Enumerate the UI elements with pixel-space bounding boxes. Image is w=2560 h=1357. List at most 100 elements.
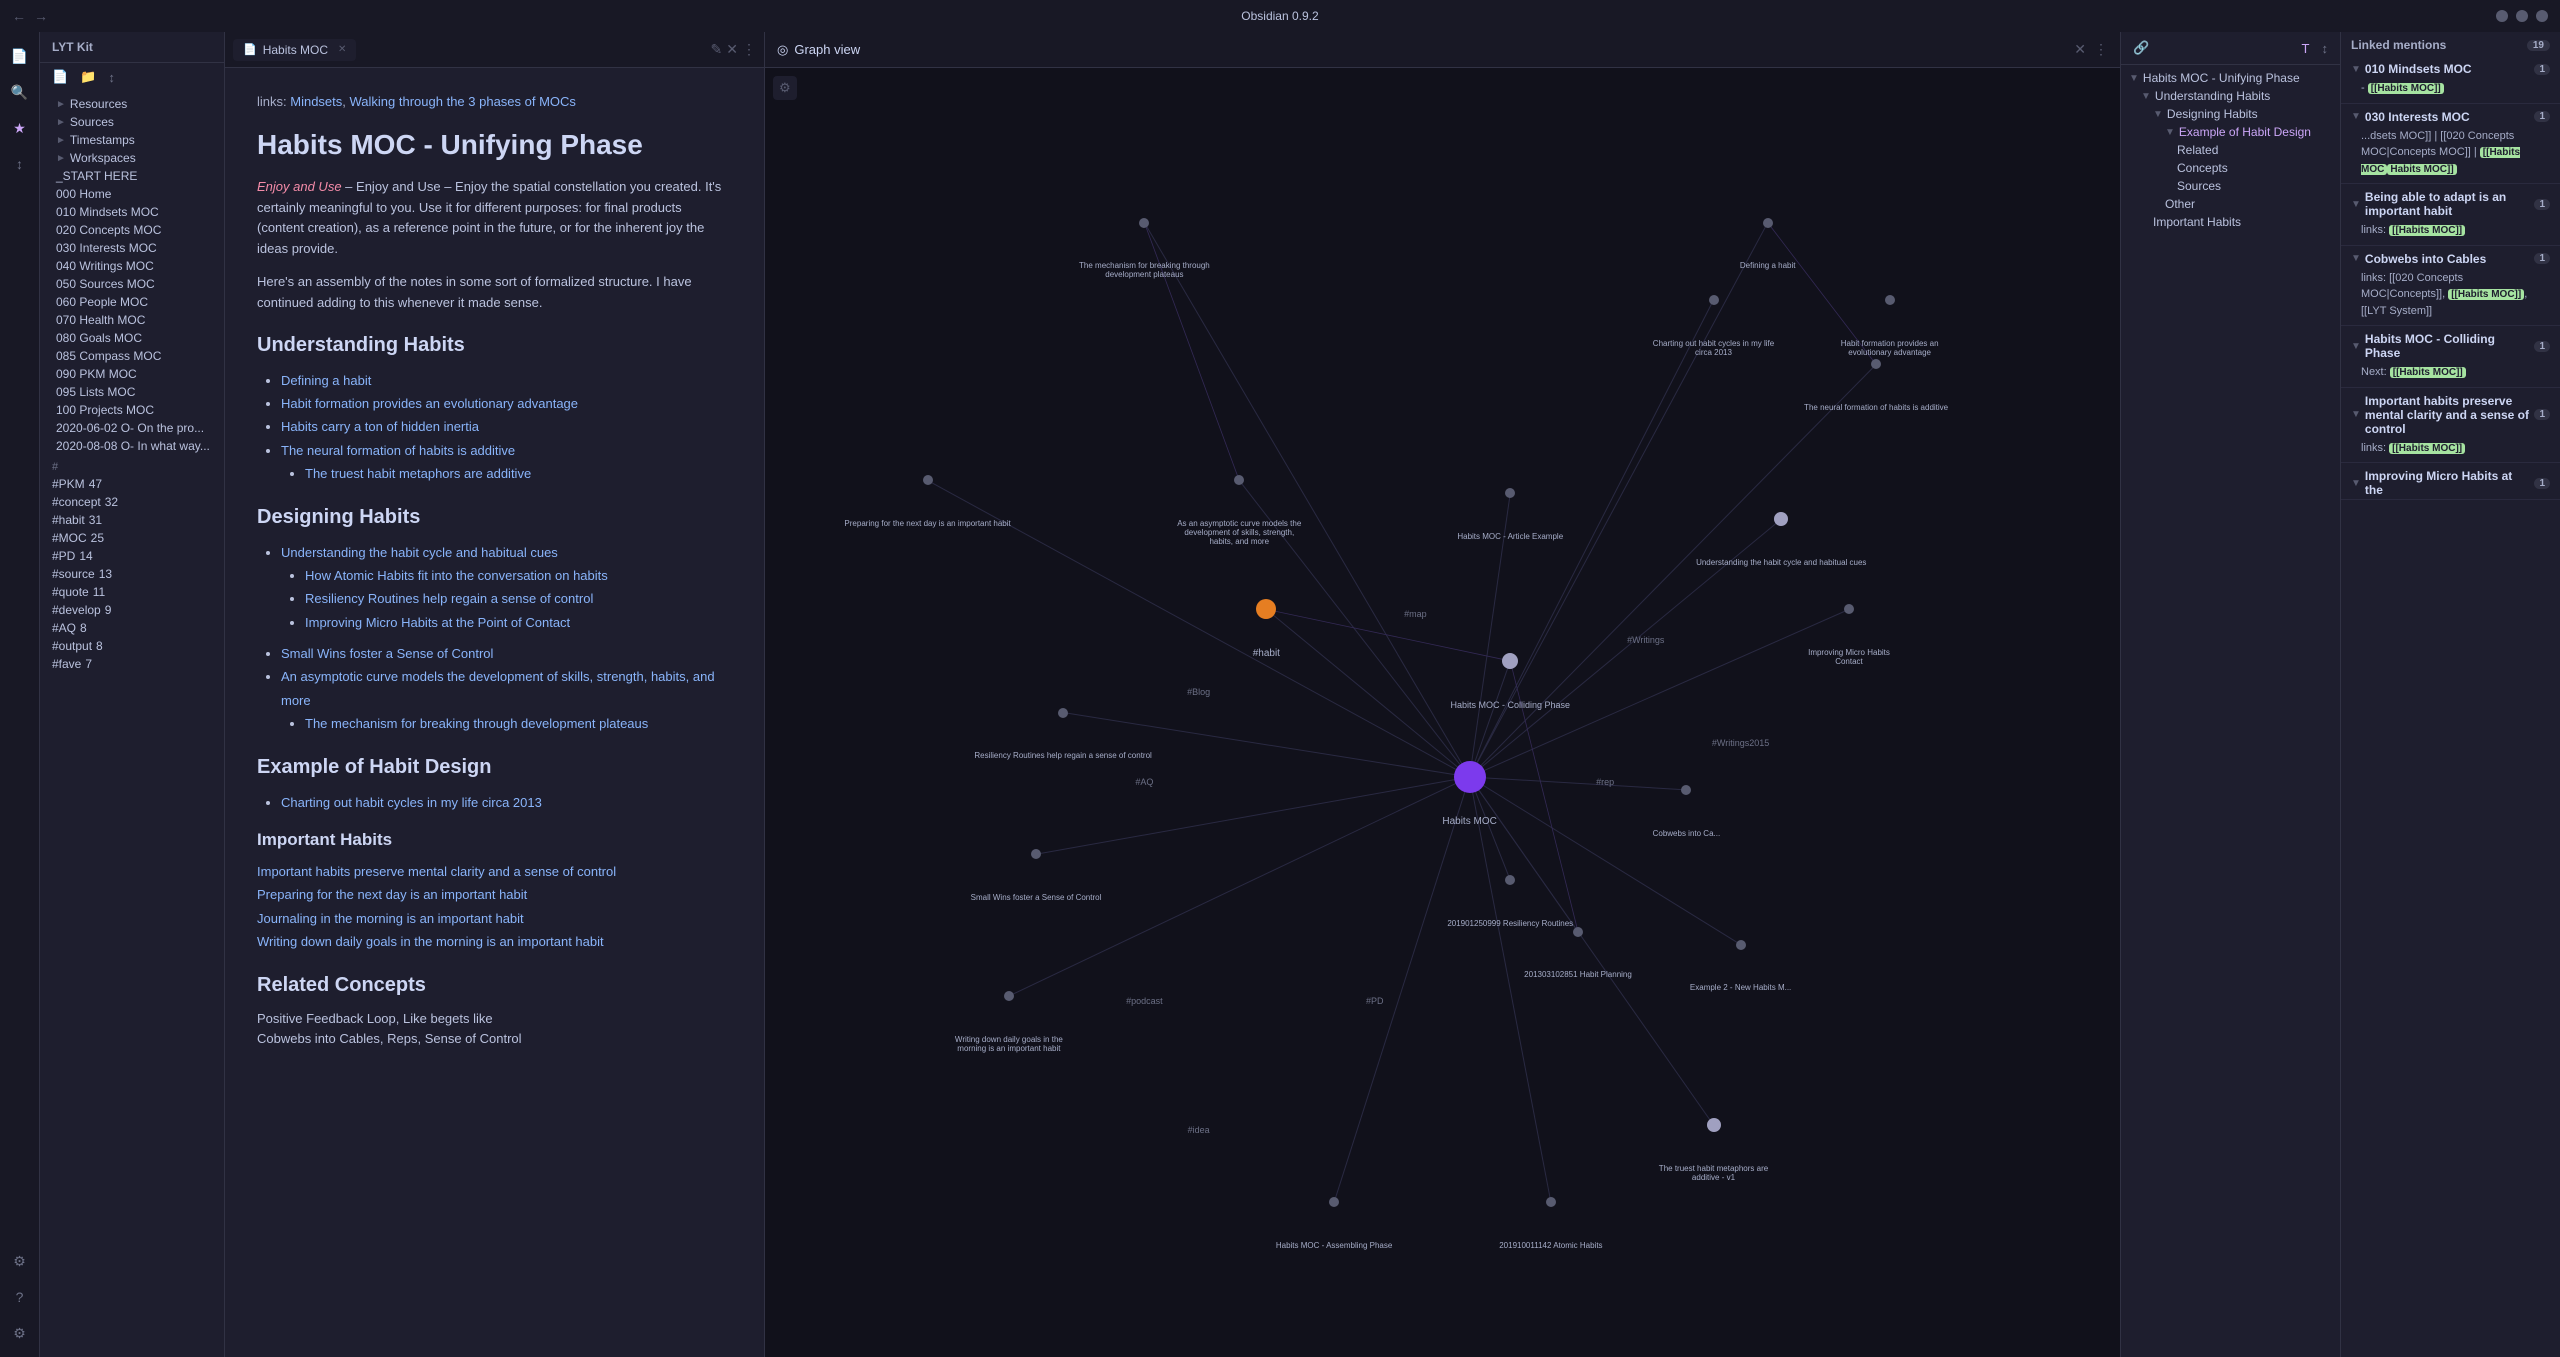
- node-habits-moc[interactable]: [1454, 761, 1486, 793]
- link-hidden-inertia[interactable]: Habits carry a ton of hidden inertia: [281, 419, 479, 434]
- node-resiliency[interactable]: [1058, 708, 1068, 718]
- lm-010-title[interactable]: ▼ 010 Mindsets MOC 1: [2341, 56, 2560, 78]
- sort-files-btn[interactable]: ↕: [104, 68, 119, 87]
- link-important-2[interactable]: Preparing for the next day is an importa…: [257, 883, 732, 906]
- link-important-3[interactable]: Journaling in the morning is an importan…: [257, 907, 732, 930]
- new-folder-btn[interactable]: 📁: [76, 67, 100, 87]
- tag-aq[interactable]: #AQ 8: [40, 619, 224, 637]
- plugin-icon[interactable]: ⚙: [4, 1245, 36, 1277]
- minimize-btn[interactable]: [2496, 10, 2508, 22]
- link-like-begets[interactable]: Like begets like: [403, 1011, 493, 1026]
- file-020[interactable]: 020 Concepts MOC: [40, 221, 224, 239]
- star-icon[interactable]: ★: [4, 112, 36, 144]
- graph-close-icon[interactable]: ✕: [2074, 41, 2086, 58]
- node-article[interactable]: [1505, 488, 1515, 498]
- link-mindsets[interactable]: Mindsets: [290, 94, 342, 109]
- rt-example[interactable]: ▼ Example of Habit Design: [2121, 123, 2340, 141]
- node-evolutionary[interactable]: [1885, 295, 1895, 305]
- link-atomic[interactable]: How Atomic Habits fit into the conversat…: [305, 568, 608, 583]
- file-050[interactable]: 050 Sources MOC: [40, 275, 224, 293]
- lm-adapt-title[interactable]: ▼ Being able to adapt is an important ha…: [2341, 184, 2560, 220]
- rt-unifying[interactable]: ▼ Habits MOC - Unifying Phase: [2121, 69, 2340, 87]
- tag-output[interactable]: #output 8: [40, 637, 224, 655]
- back-arrow[interactable]: ←: [12, 8, 26, 24]
- rt-designing[interactable]: ▼ Designing Habits: [2121, 105, 2340, 123]
- graph-settings-btn[interactable]: ⚙: [773, 76, 797, 100]
- link-truest[interactable]: The truest habit metaphors are additive: [305, 466, 531, 481]
- tag-pkm[interactable]: #PKM 47: [40, 475, 224, 493]
- close-btn[interactable]: [2536, 10, 2548, 22]
- settings-icon[interactable]: ⚙: [4, 1317, 36, 1349]
- link-important-1[interactable]: Important habits preserve mental clarity…: [257, 860, 732, 883]
- lm-important-link[interactable]: [[Habits MOC]]: [2389, 443, 2465, 454]
- node-preparing[interactable]: [923, 475, 933, 485]
- node-mechanism[interactable]: [1139, 218, 1149, 228]
- node-asymptotic[interactable]: [1234, 475, 1244, 485]
- link-improving[interactable]: Improving Micro Habits at the Point of C…: [305, 615, 570, 630]
- node-example-new[interactable]: [1736, 940, 1746, 950]
- file-2020-08[interactable]: 2020-08-08 O- In what way...: [40, 437, 224, 455]
- graph-more-icon[interactable]: ⋮: [2094, 41, 2108, 58]
- file-090[interactable]: 090 PKM MOC: [40, 365, 224, 383]
- file-070[interactable]: 070 Health MOC: [40, 311, 224, 329]
- lm-colliding-link[interactable]: [[Habits MOC]]: [2390, 367, 2466, 378]
- lm-cobwebs-title[interactable]: ▼ Cobwebs into Cables 1: [2341, 246, 2560, 268]
- sort-outline-btn[interactable]: ↕: [2318, 39, 2333, 58]
- node-habit-tag[interactable]: [1256, 599, 1276, 619]
- tag-fave[interactable]: #fave 7: [40, 655, 224, 673]
- lm-030-title[interactable]: ▼ 030 Interests MOC 1: [2341, 104, 2560, 126]
- edit-icon[interactable]: ✎: [711, 41, 723, 58]
- file-start[interactable]: _START HERE: [40, 167, 224, 185]
- file-095[interactable]: 095 Lists MOC: [40, 383, 224, 401]
- link-small-wins[interactable]: Small Wins foster a Sense of Control: [281, 646, 493, 661]
- node-resiliency2[interactable]: [1505, 875, 1515, 885]
- rt-related[interactable]: Related: [2121, 141, 2340, 159]
- rt-important[interactable]: Important Habits: [2121, 213, 2340, 231]
- folder-workspaces[interactable]: ► Workspaces: [40, 149, 224, 167]
- node-neural[interactable]: [1871, 359, 1881, 369]
- node-improving[interactable]: [1844, 604, 1854, 614]
- lm-030-link2[interactable]: Habits MOC]]: [2387, 164, 2456, 175]
- rt-sources[interactable]: Sources: [2121, 177, 2340, 195]
- tab-close-btn[interactable]: ✕: [338, 44, 346, 55]
- file-080[interactable]: 080 Goals MOC: [40, 329, 224, 347]
- link-defining[interactable]: Defining a habit: [281, 373, 371, 388]
- link-resiliency[interactable]: Resiliency Routines help regain a sense …: [305, 591, 593, 606]
- help-icon[interactable]: ?: [4, 1281, 36, 1313]
- tag-habit[interactable]: #habit 31: [40, 511, 224, 529]
- node-defining[interactable]: [1763, 218, 1773, 228]
- node-atomic[interactable]: [1546, 1197, 1556, 1207]
- tag-quote[interactable]: #quote 11: [40, 583, 224, 601]
- folder-resources[interactable]: ► Resources: [40, 95, 224, 113]
- link-asymptotic[interactable]: An asymptotic curve models the developme…: [281, 669, 715, 707]
- rt-concepts[interactable]: Concepts: [2121, 159, 2340, 177]
- file-000[interactable]: 000 Home: [40, 185, 224, 203]
- tag-develop[interactable]: #develop 9: [40, 601, 224, 619]
- link-cobwebs[interactable]: Cobwebs into Cables: [257, 1031, 380, 1046]
- graph-canvas[interactable]: ⚙: [765, 68, 2120, 1357]
- forward-arrow[interactable]: →: [34, 8, 48, 24]
- new-file-icon[interactable]: 📄: [4, 40, 36, 72]
- lm-colliding-title[interactable]: ▼ Habits MOC - Colliding Phase 1: [2341, 326, 2560, 362]
- link-habit-cycle[interactable]: Understanding the habit cycle and habitu…: [281, 545, 558, 560]
- node-habit-planning[interactable]: [1573, 927, 1583, 937]
- search-icon[interactable]: 🔍: [4, 76, 36, 108]
- more-options-icon[interactable]: ⋮: [742, 41, 756, 58]
- tag-moc[interactable]: #MOC 25: [40, 529, 224, 547]
- link-neural[interactable]: The neural formation of habits is additi…: [281, 443, 515, 458]
- editor-tab-habits-moc[interactable]: 📄 Habits MOC ✕: [233, 39, 356, 61]
- tag-concept[interactable]: #concept 32: [40, 493, 224, 511]
- close-pane-icon[interactable]: ✕: [726, 41, 738, 58]
- link-mechanism[interactable]: The mechanism for breaking through devel…: [305, 716, 648, 731]
- tag-source[interactable]: #source 13: [40, 565, 224, 583]
- file-060[interactable]: 060 People MOC: [40, 293, 224, 311]
- lm-improving-title[interactable]: ▼ Improving Micro Habits at the 1: [2341, 463, 2560, 499]
- file-100[interactable]: 100 Projects MOC: [40, 401, 224, 419]
- rt-other[interactable]: Other: [2121, 195, 2340, 213]
- folder-sources[interactable]: ► Sources: [40, 113, 224, 131]
- file-2020-06[interactable]: 2020-06-02 O- On the pro...: [40, 419, 224, 437]
- file-085[interactable]: 085 Compass MOC: [40, 347, 224, 365]
- link-charting[interactable]: Charting out habit cycles in my life cir…: [281, 795, 542, 810]
- text-format-btn[interactable]: T: [2298, 39, 2314, 58]
- rt-understanding[interactable]: ▼ Understanding Habits: [2121, 87, 2340, 105]
